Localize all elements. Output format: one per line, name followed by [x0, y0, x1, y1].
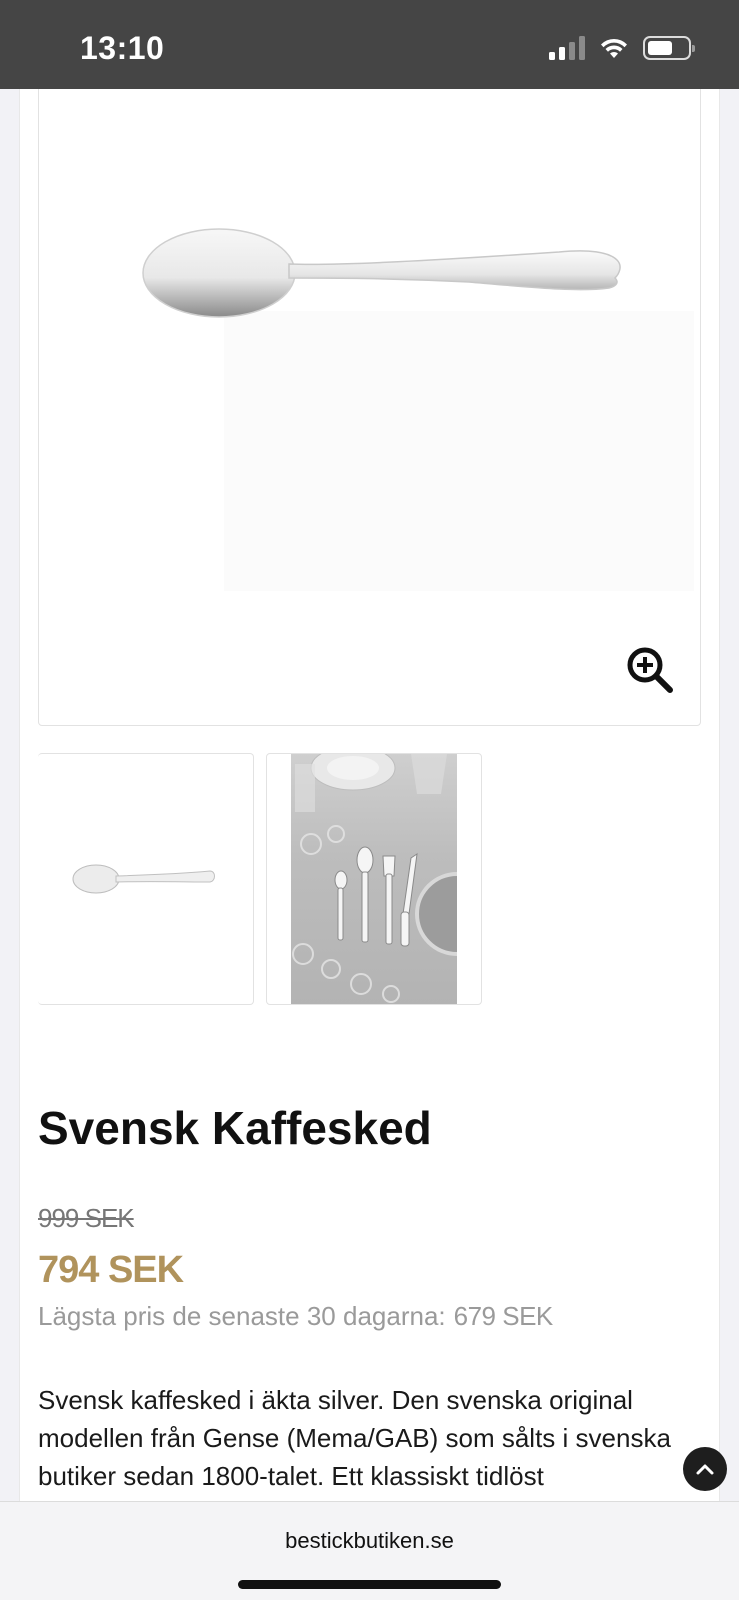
lowest-price-label: Lägsta pris de senaste 30 dagarna:	[38, 1301, 446, 1331]
table-setting-photo	[291, 754, 481, 1004]
lowest-price-value: 679 SEK	[453, 1301, 554, 1331]
thumbnail-spoon[interactable]	[38, 753, 254, 1005]
status-bar: 13:10	[0, 0, 739, 89]
product-title: Svensk Kaffesked	[38, 1102, 432, 1154]
chevron-up-icon	[696, 1464, 714, 1475]
product-page: Svensk Kaffesked 999 SEK 794 SEK Lägsta …	[19, 89, 720, 1501]
spoon-image	[142, 228, 621, 318]
current-price: 794 SEK	[38, 1249, 184, 1291]
status-time: 13:10	[80, 30, 165, 66]
status-icons	[549, 36, 695, 60]
product-description: Svensk kaffesked i äkta silver. Den sven…	[38, 1385, 671, 1491]
wifi-icon	[601, 38, 627, 58]
address-bar[interactable]: bestickbutiken.se	[0, 1528, 739, 1554]
zoom-in-icon[interactable]	[626, 646, 674, 694]
lowest-price-info: Lägsta pris de senaste 30 dagarna: 679 SE…	[38, 1301, 553, 1332]
spoon-thumbnail-image	[72, 864, 215, 894]
product-main-image[interactable]	[38, 89, 701, 726]
old-price: 999 SEK	[38, 1203, 135, 1233]
signal-icon	[549, 36, 585, 60]
battery-icon	[643, 36, 695, 60]
thumbnail-table-setting[interactable]	[266, 753, 482, 1005]
scroll-to-top-button[interactable]	[683, 1447, 727, 1491]
browser-bottom-bar: bestickbutiken.se	[0, 1501, 739, 1600]
home-indicator	[238, 1580, 501, 1589]
